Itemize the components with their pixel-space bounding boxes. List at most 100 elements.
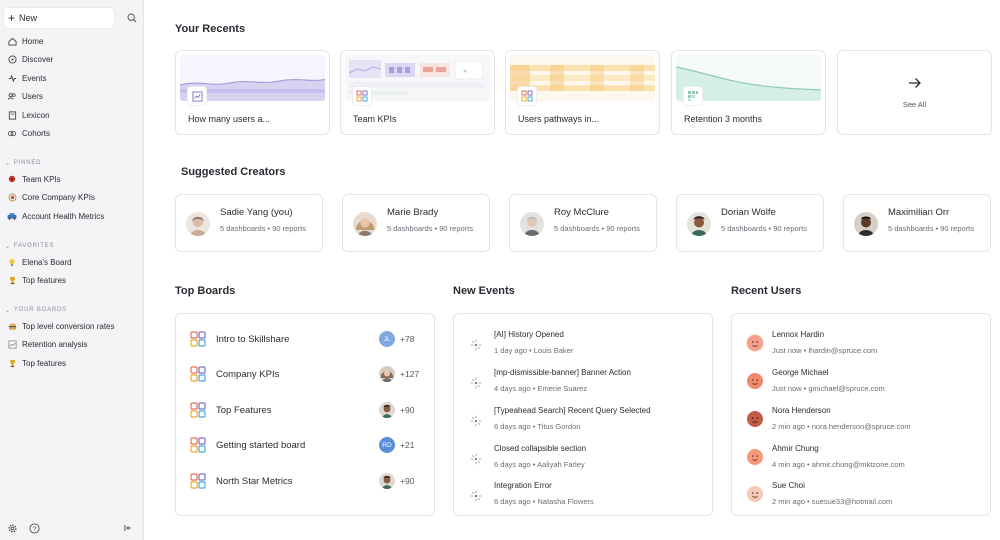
user-row[interactable]: Sue Choi 2 min ago • suesue33@hotmail.co… [744, 479, 980, 511]
recents-heading: Your Recents [175, 23, 246, 35]
board-name: Top Features [216, 404, 272, 416]
user-subtitle: Just now • gmichael@spruce.com [772, 384, 885, 393]
creator-name: Roy McClure [554, 207, 609, 218]
user-row[interactable]: Ahmir Chung 4 min ago • ahmir.chung@mktz… [744, 442, 980, 474]
creator-card[interactable]: Roy McClure 5 dashboards • 90 reports [509, 194, 657, 252]
sidebar-item-top-features-board[interactable]: Top features [0, 354, 144, 373]
nav-item-users[interactable]: Users [0, 88, 144, 107]
user-subtitle: 2 min ago • nora.henderson@spruce.com [772, 422, 911, 431]
recent-card[interactable]: How many users a... [175, 50, 330, 135]
nav-item-cohorts[interactable]: Cohorts [0, 125, 144, 144]
recent-card-label: Retention 3 months [684, 114, 763, 124]
board-grid-icon [190, 402, 206, 418]
users-icon [7, 92, 17, 102]
main-content: Your Recents How many users a... » Team … [144, 0, 1000, 540]
new-button[interactable]: + New [4, 8, 114, 28]
user-subtitle: 4 min ago • ahmir.chung@mktzone.com [772, 460, 905, 469]
recent-card[interactable]: Retention 3 months [671, 50, 826, 135]
see-all-card[interactable]: See All [837, 50, 992, 135]
pinned-heading[interactable]: ⌄ PINNED [0, 156, 144, 170]
trophy-icon [7, 276, 17, 286]
user-row[interactable]: George Michael Just now • gmichael@spruc… [744, 366, 980, 398]
sidebar-item-elenas-board[interactable]: Elena's Board [0, 253, 144, 272]
creator-card[interactable]: Marie Brady 5 dashboards • 90 reports [342, 194, 490, 252]
nav-item-label: Lexicon [22, 110, 50, 120]
avatar [186, 212, 210, 236]
event-row[interactable]: Integration Error 6 days ago • Natasha F… [468, 479, 702, 511]
avatar: JL [379, 331, 395, 347]
chevron-down-icon: ⌄ [5, 243, 11, 250]
event-row[interactable]: [AI] History Opened 1 day ago • Louis Ba… [468, 328, 702, 360]
new-events-heading: New Events [453, 285, 515, 297]
sidebar-item-label: Top level conversion rates [22, 321, 115, 331]
creator-card[interactable]: Dorian Wolfe 5 dashboards • 90 reports [676, 194, 824, 252]
creator-name: Maximilian Orr [888, 207, 950, 218]
chevron-down-icon: ⌄ [5, 307, 11, 314]
event-title: [Typeahead Search] Recent Query Selected [494, 406, 651, 415]
board-count: +90 [400, 476, 415, 486]
sidebar-item-retention-analysis[interactable]: Retention analysis [0, 336, 144, 355]
sidebar-item-label: Top features [22, 358, 67, 368]
creator-name: Dorian Wolfe [721, 207, 776, 218]
avatar [687, 212, 711, 236]
creator-card[interactable]: Maximilian Orr 5 dashboards • 90 reports [843, 194, 991, 252]
event-row[interactable]: [mp-dismissible-banner] Banner Action 4 … [468, 366, 702, 398]
nav-item-label: Users [22, 92, 43, 102]
event-sparkle-icon [470, 338, 482, 351]
user-subtitle: Just now • lhardin@spruce.com [772, 346, 878, 355]
board-grid-icon [190, 437, 206, 453]
events-icon [7, 73, 17, 83]
trophy-icon [7, 358, 17, 368]
dartboard-icon [7, 193, 17, 203]
chart-icon [7, 340, 17, 350]
recent-card[interactable]: » Team KPIs [340, 50, 495, 135]
board-row[interactable]: Getting started board RD +21 [190, 433, 422, 457]
book-icon [7, 110, 17, 120]
board-row[interactable]: North Star Metrics +90 [190, 469, 422, 493]
recent-card-label: Users pathways in... [518, 114, 600, 124]
user-row[interactable]: Lennox Hardin Just now • lhardin@spruce.… [744, 328, 980, 360]
event-row[interactable]: Closed collapsible section 6 days ago • … [468, 442, 702, 474]
sidebar-item-team-kpis[interactable]: Team KPIs [0, 170, 144, 189]
sidebar-item-core-company-kpis[interactable]: Core Company KPIs [0, 189, 144, 208]
new-events-panel: [AI] History Opened 1 day ago • Louis Ba… [453, 313, 713, 516]
sidebar-item-label: Account Health Metrics [22, 211, 105, 221]
event-sparkle-icon [470, 414, 482, 427]
board-row[interactable]: Top Features +90 [190, 398, 422, 422]
gear-icon[interactable] [6, 522, 18, 534]
your-boards-heading[interactable]: ⌄ YOUR BOARDS [0, 303, 144, 317]
event-sparkle-icon [470, 376, 482, 389]
user-name: Lennox Hardin [772, 330, 825, 339]
avatar [379, 366, 395, 382]
nav-item-events[interactable]: Events [0, 69, 144, 88]
creator-name: Sadie Yang (you) [220, 207, 293, 218]
search-icon[interactable] [124, 10, 140, 26]
event-title: [mp-dismissible-banner] Banner Action [494, 368, 631, 377]
favorites-heading[interactable]: ⌄ FAVORITES [0, 239, 144, 253]
nav-item-lexicon[interactable]: Lexicon [0, 106, 144, 125]
help-icon[interactable]: ? [28, 522, 40, 534]
sidebar: + New Home Discover Events Users Lexicon [0, 0, 144, 540]
board-name: Getting started board [216, 439, 306, 451]
creator-card[interactable]: Sadie Yang (you) 5 dashboards • 90 repor… [175, 194, 323, 252]
section-heading-label: YOUR BOARDS [13, 307, 67, 313]
user-row[interactable]: Nora Henderson 2 min ago • nora.henderso… [744, 404, 980, 436]
sidebar-item-label: Retention analysis [22, 340, 88, 350]
sidebar-item-account-health-metrics[interactable]: Account Health Metrics [0, 207, 144, 226]
board-row[interactable]: Intro to Skillshare JL +78 [190, 327, 422, 351]
chevron-down-icon: ⌄ [5, 160, 11, 167]
nav-item-discover[interactable]: Discover [0, 51, 144, 70]
nav-item-home[interactable]: Home [0, 32, 144, 51]
recent-card[interactable]: Users pathways in... [505, 50, 660, 135]
board-row[interactable]: Company KPIs +127 [190, 362, 422, 386]
event-row[interactable]: [Typeahead Search] Recent Query Selected… [468, 404, 702, 436]
user-name: Sue Choi [772, 481, 805, 490]
sidebar-item-label: Elena's Board [22, 257, 72, 267]
sidebar-item-label: Team KPIs [22, 174, 61, 184]
collapse-sidebar-icon[interactable] [122, 522, 134, 534]
event-subtitle: 6 days ago • Natasha Flowers [494, 497, 594, 506]
cohorts-icon [7, 129, 17, 139]
avatar [746, 448, 764, 466]
sidebar-item-top-features[interactable]: Top features [0, 272, 144, 291]
sidebar-item-top-level-conversion-rates[interactable]: Top level conversion rates [0, 317, 144, 336]
